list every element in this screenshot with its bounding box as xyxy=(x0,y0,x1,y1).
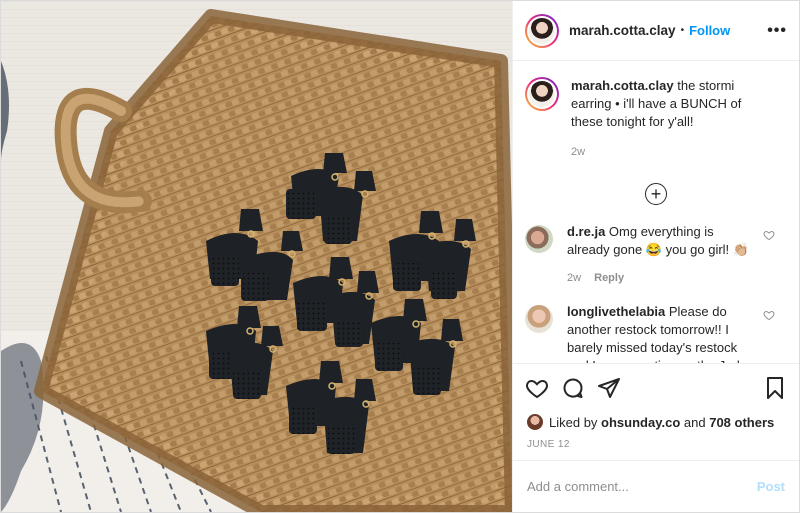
caption-avatar[interactable] xyxy=(525,77,559,111)
post-sidebar: marah.cotta.clay • Follow ••• marah.cott… xyxy=(512,1,799,512)
load-more-comments-icon[interactable]: + xyxy=(645,183,667,205)
post-date[interactable]: JUNE 12 xyxy=(513,433,799,460)
comment-input[interactable] xyxy=(527,479,757,494)
post-caption: marah.cotta.clay the stormi earring • i'… xyxy=(525,77,787,161)
action-bar xyxy=(513,363,799,411)
likes-summary: Liked by ohsunday.co and 708 others xyxy=(513,411,799,433)
bookmark-icon[interactable] xyxy=(763,376,787,400)
comment-icon[interactable] xyxy=(561,376,585,400)
liker-username[interactable]: ohsunday.co xyxy=(601,415,680,430)
post-photo[interactable] xyxy=(1,1,512,512)
author-username[interactable]: marah.cotta.clay xyxy=(569,23,676,38)
comments-section[interactable]: marah.cotta.clay the stormi earring • i'… xyxy=(513,61,799,363)
instagram-post: marah.cotta.clay • Follow ••• marah.cott… xyxy=(0,0,800,513)
comment-username[interactable]: longlivethelabia xyxy=(567,304,665,319)
reply-button[interactable]: Reply xyxy=(594,272,624,284)
post-header: marah.cotta.clay • Follow ••• xyxy=(513,1,799,61)
heart-icon[interactable] xyxy=(525,376,549,400)
comment-item: longlivethelabia Please do another resto… xyxy=(525,303,787,363)
caption-username[interactable]: marah.cotta.clay xyxy=(571,78,674,93)
post-comment-button[interactable]: Post xyxy=(757,479,785,494)
comment-username[interactable]: d.re.ja xyxy=(567,224,605,239)
commenter-avatar[interactable] xyxy=(525,225,553,253)
comment-timestamp[interactable]: 2w xyxy=(567,272,581,284)
author-avatar-photo xyxy=(529,17,555,44)
commenter-avatar[interactable] xyxy=(525,305,553,333)
caption-timestamp[interactable]: 2w xyxy=(571,143,771,161)
follow-button[interactable]: Follow xyxy=(689,23,730,38)
comment-item: d.re.ja Omg everything is already gone 😂… xyxy=(525,223,787,287)
author-avatar[interactable] xyxy=(525,13,559,48)
paper-plane-icon[interactable] xyxy=(597,376,621,400)
comment-like-icon[interactable] xyxy=(763,229,775,241)
add-comment-bar: Post xyxy=(513,460,799,512)
liker-avatar[interactable] xyxy=(527,414,543,430)
more-options-icon[interactable]: ••• xyxy=(767,22,787,40)
earrings-in-basket-image xyxy=(1,1,512,512)
likes-count[interactable]: 708 others xyxy=(709,415,774,430)
comment-like-icon[interactable] xyxy=(763,309,775,321)
header-separator: • xyxy=(680,25,685,36)
